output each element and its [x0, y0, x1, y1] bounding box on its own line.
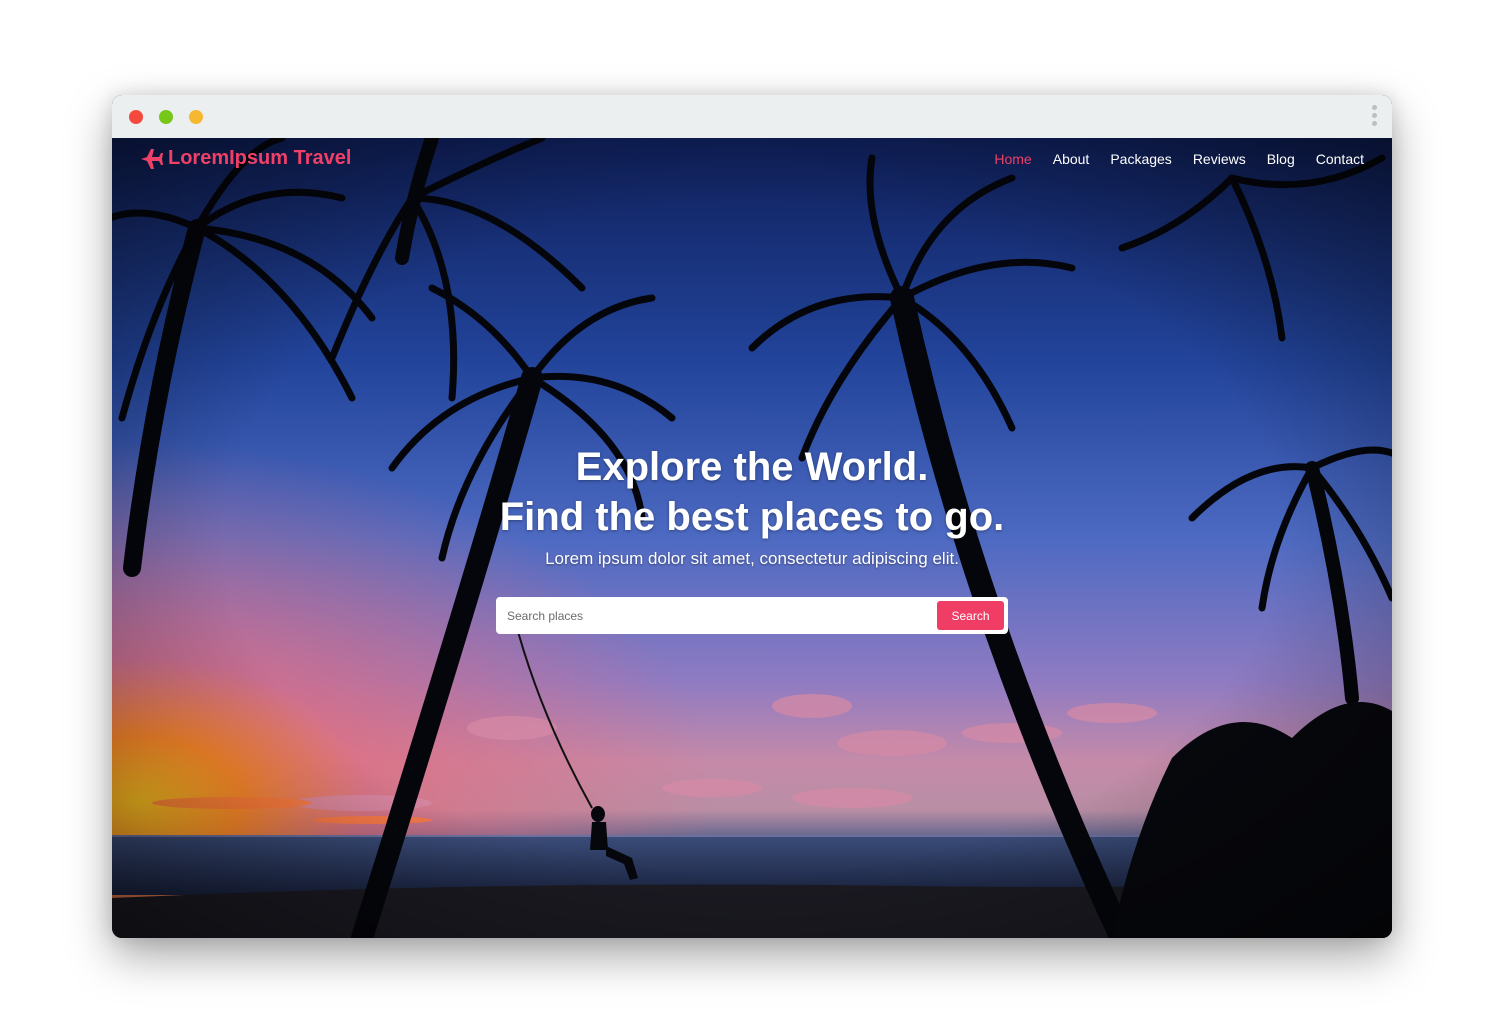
search-input[interactable] [496, 597, 926, 634]
nav-item-home[interactable]: Home [994, 151, 1031, 167]
nav-item-contact[interactable]: Contact [1316, 151, 1364, 167]
hero-section: LoremIpsum Travel Home About Packages Re… [112, 138, 1392, 938]
nav-item-packages[interactable]: Packages [1110, 151, 1171, 167]
search-button[interactable]: Search [937, 601, 1004, 630]
brand-name: LoremIpsum Travel [168, 147, 352, 169]
hero-headline-line1: Explore the World. [575, 445, 929, 489]
window-titlebar [112, 95, 1392, 138]
browser-window: LoremIpsum Travel Home About Packages Re… [112, 95, 1392, 938]
navbar: LoremIpsum Travel Home About Packages Re… [112, 138, 1392, 182]
search-bar: Search [496, 597, 1008, 634]
main-nav: Home About Packages Reviews Blog Contact [994, 151, 1364, 167]
kebab-menu-icon[interactable] [1370, 105, 1378, 129]
brand-logo[interactable]: LoremIpsum Travel [140, 147, 351, 170]
nav-item-blog[interactable]: Blog [1267, 151, 1295, 167]
nav-item-reviews[interactable]: Reviews [1193, 151, 1246, 167]
hero-subtitle: Lorem ipsum dolor sit amet, consectetur … [545, 549, 959, 568]
hero-headline-line2: Find the best places to go. [499, 495, 1005, 539]
maximize-window-button[interactable] [189, 110, 203, 124]
minimize-window-button[interactable] [159, 110, 173, 124]
nav-item-about[interactable]: About [1053, 151, 1090, 167]
hero-headline: Explore the World. Find the best places … [112, 442, 1392, 542]
close-window-button[interactable] [129, 110, 143, 124]
airplane-icon [141, 148, 163, 169]
